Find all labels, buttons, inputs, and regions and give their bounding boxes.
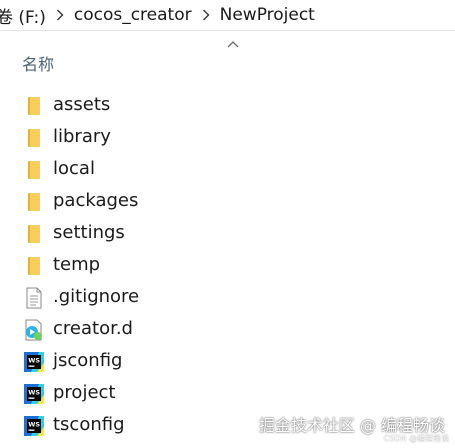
list-item[interactable]: assets bbox=[0, 89, 455, 121]
list-item[interactable]: WS jsconfig bbox=[0, 345, 455, 377]
file-name: settings bbox=[53, 222, 125, 243]
svg-text:WS: WS bbox=[28, 357, 40, 365]
file-name: project bbox=[53, 382, 116, 403]
file-name: tsconfig bbox=[53, 414, 125, 435]
list-item[interactable]: settings bbox=[0, 217, 455, 249]
breadcrumb-drive[interactable]: 卷 (F:) bbox=[0, 3, 46, 28]
list-item[interactable]: packages bbox=[0, 185, 455, 217]
svg-text:WS: WS bbox=[28, 389, 40, 397]
file-name: library bbox=[53, 126, 111, 147]
folder-icon bbox=[23, 127, 45, 149]
chevron-right-icon[interactable] bbox=[200, 9, 212, 21]
webstorm-file-icon: WS bbox=[23, 351, 45, 373]
folder-icon bbox=[23, 159, 45, 181]
list-item[interactable]: .gitignore bbox=[0, 281, 455, 313]
column-header[interactable]: 名称 bbox=[0, 31, 455, 79]
folder-icon bbox=[23, 191, 45, 213]
file-name: assets bbox=[53, 94, 111, 115]
file-name: temp bbox=[53, 254, 101, 275]
breadcrumb-cocos-creator[interactable]: cocos_creator bbox=[74, 5, 192, 25]
file-explorer-window: 卷 (F:) cocos_creator NewProject 名称 asset… bbox=[0, 0, 455, 448]
address-bar[interactable]: 卷 (F:) cocos_creator NewProject bbox=[0, 0, 455, 30]
list-item[interactable]: WS project bbox=[0, 377, 455, 409]
list-item[interactable]: creator.d bbox=[0, 313, 455, 345]
file-name: jsconfig bbox=[53, 350, 123, 371]
file-name: local bbox=[53, 158, 95, 179]
file-name: creator.d bbox=[53, 318, 133, 339]
list-item[interactable]: local bbox=[0, 153, 455, 185]
folder-icon bbox=[23, 255, 45, 277]
folder-icon bbox=[23, 223, 45, 245]
list-item[interactable]: temp bbox=[0, 249, 455, 281]
media-file-icon bbox=[23, 319, 45, 341]
svg-text:WS: WS bbox=[28, 421, 40, 429]
chevron-right-icon[interactable] bbox=[54, 9, 66, 21]
webstorm-file-icon: WS bbox=[23, 383, 45, 405]
column-header-name[interactable]: 名称 bbox=[22, 51, 54, 75]
watermark-small: CSDN @编程畅谈 bbox=[383, 434, 449, 443]
sort-ascending-icon[interactable] bbox=[227, 40, 239, 48]
folder-icon bbox=[23, 95, 45, 117]
file-name: .gitignore bbox=[53, 286, 140, 307]
webstorm-file-icon: WS bbox=[23, 415, 45, 437]
breadcrumb-new-project[interactable]: NewProject bbox=[220, 5, 315, 25]
file-list: assets library local packages settings t… bbox=[0, 89, 455, 441]
file-name: packages bbox=[53, 190, 139, 211]
list-item[interactable]: library bbox=[0, 121, 455, 153]
text-file-icon bbox=[23, 287, 45, 309]
